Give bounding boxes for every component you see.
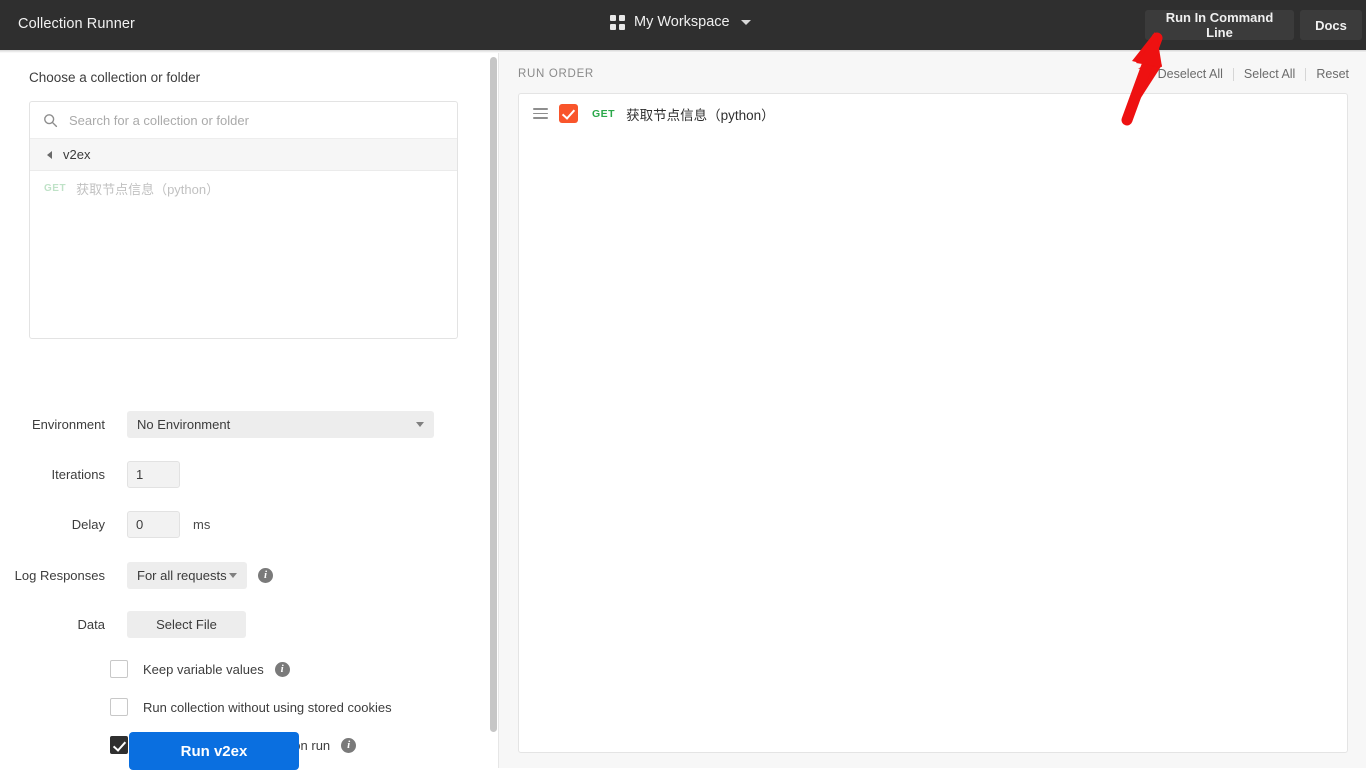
chevron-down-icon	[740, 19, 751, 25]
run-order-actions: Deselect All Select All Reset	[1148, 67, 1349, 81]
request-method: GET	[592, 107, 616, 120]
data-row: Data Select File	[0, 611, 470, 638]
keep-variable-values-row: Keep variable values i	[110, 660, 290, 678]
grid-icon	[610, 14, 625, 30]
reset-link[interactable]: Reset	[1306, 67, 1349, 81]
chevron-left-icon	[47, 150, 52, 159]
iterations-input[interactable]	[127, 461, 180, 488]
delay-unit: ms	[193, 517, 211, 532]
breadcrumb[interactable]: v2ex	[30, 139, 457, 171]
top-bar: Collection Runner My Workspace Run In Co…	[0, 0, 1366, 53]
log-responses-label: Log Responses	[14, 568, 105, 583]
keep-variable-values-checkbox[interactable]	[110, 660, 128, 678]
save-cookies-checkbox[interactable]	[110, 736, 128, 754]
iterations-label: Iterations	[51, 467, 105, 482]
info-icon[interactable]: i	[341, 737, 357, 753]
request-method: GET	[44, 182, 67, 194]
run-without-stored-cookies-checkbox[interactable]	[110, 698, 128, 716]
drag-handle-icon[interactable]	[533, 108, 548, 119]
table-row[interactable]: GET 获取节点信息（python）	[519, 94, 1347, 133]
checkbox-label: Run collection without using stored cook…	[143, 699, 392, 715]
choose-collection-label: Choose a collection or folder	[29, 70, 201, 85]
iterations-row: Iterations	[0, 461, 470, 488]
deselect-all-link[interactable]: Deselect All	[1148, 67, 1233, 81]
environment-row: Environment No Environment	[0, 411, 470, 438]
environment-value: No Environment	[137, 417, 231, 432]
info-icon[interactable]: i	[258, 568, 273, 583]
run-order-panel: RUN ORDER Deselect All Select All Reset …	[499, 53, 1366, 768]
environment-label: Environment	[32, 417, 105, 432]
log-responses-select[interactable]: For all requests	[127, 562, 247, 589]
workspace-selector[interactable]: My Workspace	[610, 14, 751, 30]
list-item[interactable]: GET 获取节点信息（python）	[30, 171, 457, 205]
info-icon[interactable]: i	[274, 661, 290, 677]
select-all-link[interactable]: Select All	[1234, 67, 1305, 81]
run-order-list: GET 获取节点信息（python）	[518, 93, 1348, 753]
run-order-label: RUN ORDER	[518, 68, 594, 80]
environment-select[interactable]: No Environment	[127, 411, 434, 438]
request-name: 获取节点信息（python）	[626, 107, 775, 123]
left-panel-scrollbar-thumb[interactable]	[490, 57, 497, 732]
select-file-button[interactable]: Select File	[127, 611, 246, 638]
search-row	[30, 102, 457, 139]
search-input[interactable]	[67, 111, 447, 129]
run-without-cookies-row: Run collection without using stored cook…	[110, 698, 392, 716]
log-responses-row: Log Responses For all requests i	[0, 562, 470, 589]
page-title: Collection Runner	[18, 16, 135, 32]
runner-config-panel: Choose a collection or folder v2ex GET 获…	[0, 53, 492, 768]
delay-row: Delay ms	[0, 511, 470, 538]
breadcrumb-label: v2ex	[63, 147, 91, 162]
docs-button[interactable]: Docs	[1300, 10, 1362, 40]
chevron-down-icon	[229, 573, 237, 578]
run-in-command-line-button[interactable]: Run In Command Line	[1145, 10, 1294, 40]
data-label: Data	[77, 617, 105, 632]
run-collection-button[interactable]: Run v2ex	[129, 732, 299, 770]
delay-input[interactable]	[127, 511, 180, 538]
workspace-label: My Workspace	[634, 14, 730, 30]
request-name: 获取节点信息（python）	[76, 181, 220, 197]
log-responses-value: For all requests	[137, 568, 227, 583]
checkbox-label: Keep variable values	[143, 661, 264, 677]
search-icon	[43, 113, 58, 128]
request-checkbox[interactable]	[559, 104, 578, 123]
delay-label: Delay	[71, 517, 105, 532]
collection-chooser: v2ex GET 获取节点信息（python）	[29, 101, 458, 339]
chevron-down-icon	[416, 422, 424, 427]
